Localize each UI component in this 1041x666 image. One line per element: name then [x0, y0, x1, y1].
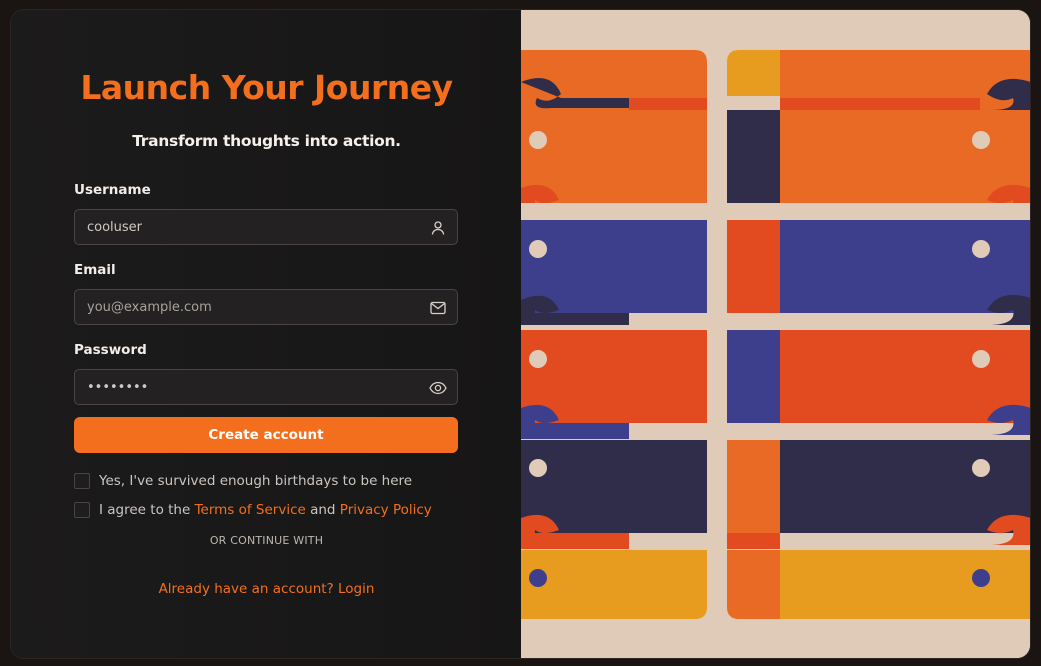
page-title: Launch Your Journey: [80, 68, 453, 107]
privacy-policy-link[interactable]: Privacy Policy: [340, 502, 432, 518]
create-account-button[interactable]: Create account: [74, 417, 458, 453]
email-input[interactable]: [75, 290, 427, 324]
age-check-row: Yes, I've survived enough birthdays to b…: [74, 473, 412, 489]
email-field-wrapper: [74, 289, 458, 325]
age-check-label: Yes, I've survived enough birthdays to b…: [99, 473, 413, 489]
page-subtitle: Transform thoughts into action.: [132, 132, 401, 150]
username-label: Username: [74, 182, 151, 198]
email-label: Email: [74, 262, 116, 278]
eye-icon[interactable]: [429, 379, 447, 397]
signup-card: Launch Your Journey Transform thoughts i…: [10, 9, 1031, 659]
user-icon: [431, 221, 445, 235]
age-checkbox[interactable]: [74, 473, 90, 489]
password-field-wrapper: [74, 369, 458, 405]
password-input[interactable]: [75, 370, 427, 404]
decorative-art-panel: [521, 10, 1030, 658]
terms-middle: and: [305, 502, 340, 518]
continue-with-divider: OR CONTINUE WITH: [209, 534, 324, 547]
terms-check-row: I agree to the Terms of Service and Priv…: [74, 502, 432, 518]
terms-prefix: I agree to the: [99, 502, 195, 518]
abstract-art-illustration: [521, 10, 1030, 658]
terms-of-service-link[interactable]: Terms of Service: [195, 502, 306, 518]
password-label: Password: [74, 342, 147, 358]
signup-form-panel: Launch Your Journey Transform thoughts i…: [11, 10, 521, 658]
username-field-wrapper: [74, 209, 458, 245]
login-link[interactable]: Already have an account? Login: [11, 581, 522, 597]
terms-checkbox[interactable]: [74, 502, 90, 518]
terms-check-label: I agree to the Terms of Service and Priv…: [99, 502, 432, 518]
username-input[interactable]: [75, 210, 427, 244]
mail-icon: [430, 301, 446, 315]
